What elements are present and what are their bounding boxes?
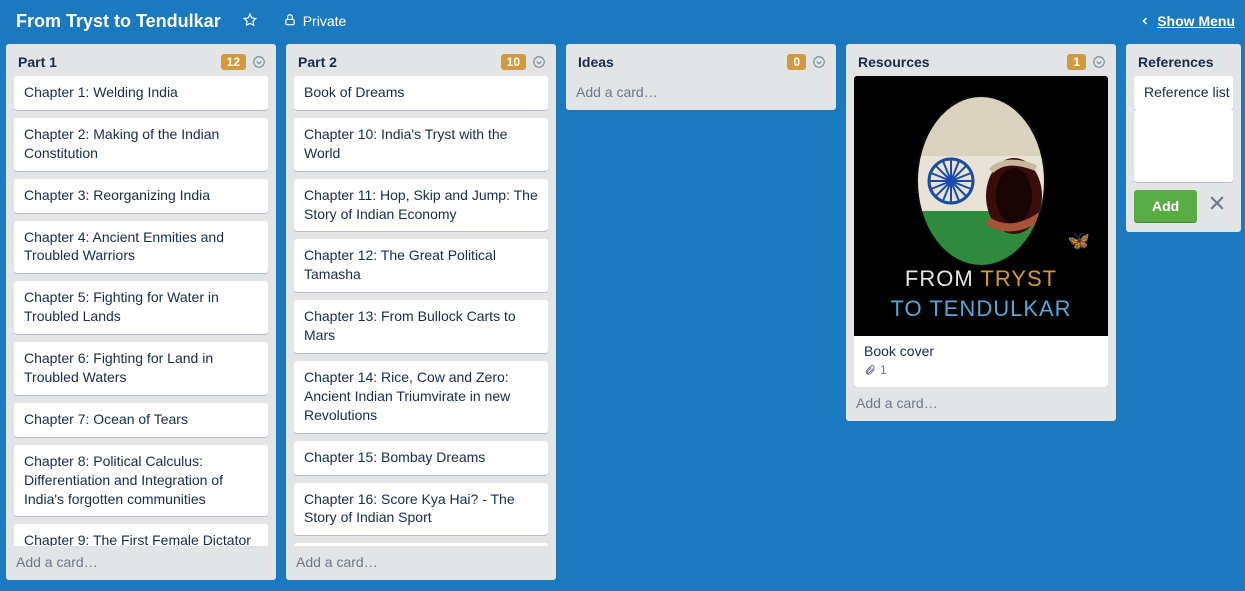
cards-container[interactable]: Chapter 1: Welding India Chapter 2: Maki…	[6, 76, 276, 546]
list-title[interactable]: References	[1138, 54, 1231, 70]
attachment-badge: 1	[864, 363, 1098, 377]
show-menu-button[interactable]: Show Menu	[1139, 13, 1235, 29]
list-menu-icon[interactable]	[532, 55, 546, 69]
card[interactable]: Chapter 10: India's Tryst with the World	[294, 118, 548, 171]
list-header: Part 2 10	[286, 44, 556, 76]
card[interactable]: Chapter 8: Political Calculus: Different…	[14, 445, 268, 517]
card[interactable]: Chapter 12: The Great Political Tamasha	[294, 239, 548, 292]
star-icon	[243, 13, 257, 30]
chevron-left-icon	[1139, 15, 1151, 27]
list-part1: Part 1 12 Chapter 1: Welding India Chapt…	[6, 44, 276, 580]
list-part2: Part 2 10 Book of Dreams Chapter 10: Ind…	[286, 44, 556, 580]
star-button[interactable]	[233, 9, 267, 34]
cover-title-line2: TO TENDULKAR	[890, 296, 1071, 322]
card[interactable]: Book of Dreams	[294, 76, 548, 110]
card[interactable]: Chapter 17: Into the Future	[294, 543, 548, 546]
card[interactable]: Chapter 11: Hop, Skip and Jump: The Stor…	[294, 179, 548, 232]
card-book-cover[interactable]: 🦋 FROM TRYST TO TENDULKAR Book cover 1	[854, 76, 1108, 387]
add-card-link[interactable]: Add a card…	[566, 76, 836, 110]
card[interactable]: Chapter 4: Ancient Enmities and Troubled…	[14, 221, 268, 274]
card[interactable]: Chapter 9: The First Female Dictator	[14, 524, 268, 546]
list-resources: Resources 1	[846, 44, 1116, 421]
card[interactable]: Chapter 15: Bombay Dreams	[294, 441, 548, 475]
list-title[interactable]: Ideas	[578, 54, 781, 70]
card[interactable]: Reference list	[1134, 76, 1233, 110]
attachment-count: 1	[880, 363, 887, 377]
close-icon[interactable]	[1207, 193, 1227, 218]
board-header: From Tryst to Tendulkar Private Show Men…	[0, 0, 1245, 40]
butterfly-icon: 🦋	[1068, 231, 1090, 252]
card-count-badge: 10	[501, 54, 526, 70]
lock-icon	[283, 13, 297, 30]
list-header: References	[1126, 44, 1241, 76]
card[interactable]: Chapter 2: Making of the Indian Constitu…	[14, 118, 268, 171]
face-illustration	[896, 86, 1066, 276]
show-menu-label: Show Menu	[1157, 13, 1235, 29]
card[interactable]: Chapter 3: Reorganizing India	[14, 179, 268, 213]
card[interactable]: Chapter 1: Welding India	[14, 76, 268, 110]
card[interactable]: Chapter 7: Ocean of Tears	[14, 403, 268, 437]
cover-image: 🦋 FROM TRYST TO TENDULKAR	[854, 76, 1108, 336]
list-menu-icon[interactable]	[252, 55, 266, 69]
board-title[interactable]: From Tryst to Tendulkar	[10, 7, 227, 36]
cards-container[interactable]: Reference list	[1126, 76, 1241, 110]
privacy-label: Private	[303, 13, 347, 29]
add-button[interactable]: Add	[1134, 190, 1197, 222]
board-canvas[interactable]: Part 1 12 Chapter 1: Welding India Chapt…	[0, 40, 1245, 591]
list-title[interactable]: Resources	[858, 54, 1061, 70]
add-card-link[interactable]: Add a card…	[6, 546, 276, 580]
list-menu-icon[interactable]	[1092, 55, 1106, 69]
card[interactable]: Chapter 14: Rice, Cow and Zero: Ancient …	[294, 361, 548, 433]
card-count-badge: 1	[1067, 54, 1086, 70]
composer-actions: Add	[1126, 190, 1241, 232]
card-count-badge: 12	[221, 54, 246, 70]
card-title: Book cover	[864, 343, 1098, 359]
list-menu-icon[interactable]	[812, 55, 826, 69]
list-header: Ideas 0	[566, 44, 836, 76]
cards-container[interactable]: Book of Dreams Chapter 10: India's Tryst…	[286, 76, 556, 546]
card[interactable]: Chapter 13: From Bullock Carts to Mars	[294, 300, 548, 353]
list-title[interactable]: Part 1	[18, 54, 215, 70]
card[interactable]: Chapter 6: Fighting for Land in Troubled…	[14, 342, 268, 395]
cards-container[interactable]: 🦋 FROM TRYST TO TENDULKAR Book cover 1	[846, 76, 1116, 387]
list-header: Resources 1	[846, 44, 1116, 76]
card-composer[interactable]	[1134, 110, 1233, 182]
add-card-link[interactable]: Add a card…	[846, 387, 1116, 421]
list-title[interactable]: Part 2	[298, 54, 495, 70]
list-header: Part 1 12	[6, 44, 276, 76]
privacy-button[interactable]: Private	[273, 9, 357, 34]
card[interactable]: Chapter 5: Fighting for Water in Trouble…	[14, 281, 268, 334]
list-ideas: Ideas 0 Add a card…	[566, 44, 836, 110]
paperclip-icon	[864, 364, 876, 376]
card-count-badge: 0	[787, 54, 806, 70]
card[interactable]: Chapter 16: Score Kya Hai? - The Story o…	[294, 483, 548, 536]
add-card-link[interactable]: Add a card…	[286, 546, 556, 580]
list-references: References Reference list Add	[1126, 44, 1241, 232]
